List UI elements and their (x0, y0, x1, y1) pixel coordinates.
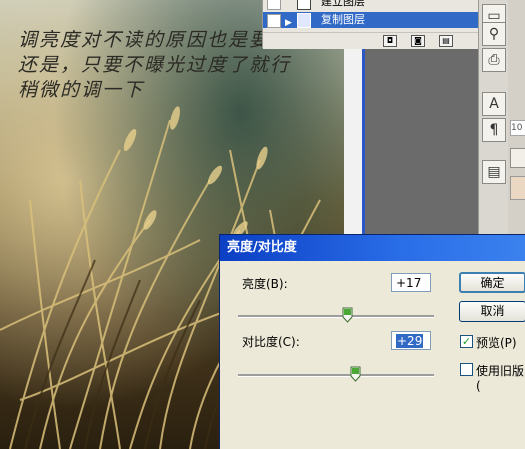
brightness-input[interactable]: +17 (391, 273, 431, 292)
layer-thumbnail-icon (297, 13, 311, 28)
play-arrow-icon: ▶ (285, 18, 292, 28)
brightness-label: 亮度(B): (242, 277, 288, 291)
character-icon[interactable]: A (482, 92, 506, 116)
contrast-slider-thumb[interactable] (350, 366, 361, 382)
ok-button[interactable]: 确定 (459, 272, 525, 293)
contrast-track (238, 374, 434, 377)
layer-thumbnail-icon (297, 0, 311, 10)
color-swatch[interactable] (510, 176, 525, 200)
caption-line-2: 还是，只要不曝光过度了就行 (18, 54, 292, 76)
brightness-slider-thumb[interactable] (342, 307, 353, 323)
camera-icon[interactable]: ◙ (411, 35, 425, 47)
layer-row-selected[interactable]: ▶ 复制图层 (263, 12, 479, 28)
paragraph-icon[interactable]: ¶ (482, 118, 506, 142)
layer-mask-icon[interactable]: ◘ (383, 35, 397, 47)
contrast-input[interactable]: +29 (391, 331, 431, 350)
caption-line-3: 稍微的调一下 (18, 79, 145, 101)
dialog-body: 亮度(B): +17 对比度(C): +29 确定 取消 ✓ 预览(P) 使用旧… (220, 261, 525, 449)
screen: 调亮度对不读的原因也是要调亮 还是，只要不曝光过度了就行 稍微的调一下 建立图层… (0, 0, 525, 449)
cancel-button[interactable]: 取消 (459, 301, 525, 322)
notes-icon[interactable]: ▤ (482, 160, 506, 184)
legacy-label: 使用旧版( (476, 364, 525, 393)
checkmark-icon: ✓ (461, 335, 472, 348)
layer-name: 复制图层 (321, 13, 365, 26)
visibility-eye-icon[interactable] (267, 0, 281, 10)
preview-checkbox[interactable]: ✓ (460, 335, 473, 348)
brightness-contrast-dialog: 亮度/对比度 亮度(B): +17 对比度(C): +29 确定 取消 ✓ 预览… (219, 234, 525, 449)
preview-label: 预览(P) (476, 336, 517, 350)
contrast-label: 对比度(C): (242, 335, 300, 349)
layer-row[interactable]: 建立图层 (263, 0, 479, 10)
numeric-readout: 10 (510, 120, 525, 136)
layer-name: 建立图层 (321, 0, 365, 8)
trash-icon[interactable]: ▤ (439, 35, 453, 47)
legacy-checkbox[interactable] (460, 363, 473, 376)
layers-toolbar: ◘ ◙ ▤ (263, 32, 479, 49)
visibility-eye-icon[interactable] (267, 14, 281, 28)
panel-tab[interactable] (510, 148, 525, 168)
contrast-value: +29 (396, 334, 424, 348)
clone-source-icon[interactable]: ⎙ (482, 48, 506, 72)
layers-panel: 建立图层 ▶ 复制图层 ◘ ◙ ▤ (262, 0, 479, 49)
stamp-icon[interactable]: ⚲ (482, 22, 506, 46)
brightness-track (238, 315, 434, 318)
dialog-title: 亮度/对比度 (227, 240, 297, 255)
dialog-titlebar[interactable]: 亮度/对比度 (220, 235, 525, 261)
